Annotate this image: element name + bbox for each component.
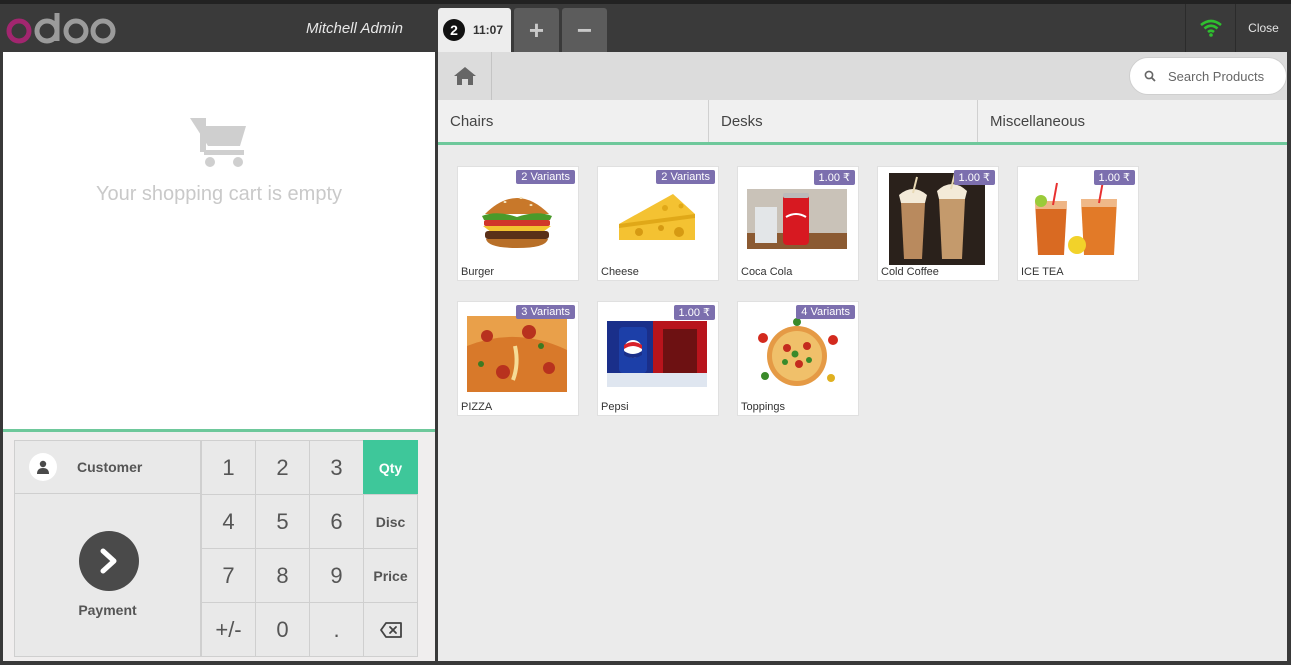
close-button[interactable]: Close — [1235, 4, 1291, 52]
backspace-button[interactable] — [363, 602, 418, 657]
product-ice-tea[interactable]: ICE TEA 1.00 ₹ — [1017, 166, 1139, 281]
variant-badge: 3 Variants — [516, 305, 575, 319]
connection-status[interactable] — [1185, 4, 1235, 52]
empty-cart: Your shopping cart is empty — [3, 114, 435, 206]
numpad-key-5[interactable]: 5 — [255, 494, 310, 549]
product-name: Coca Cola — [741, 266, 793, 278]
product-name: Burger — [461, 266, 495, 278]
numpad-key-2[interactable]: 2 — [255, 440, 310, 495]
wifi-icon — [1199, 19, 1222, 37]
pizza-icon — [747, 314, 847, 394]
burger-icon — [467, 179, 567, 259]
mode-price-button[interactable]: Price — [363, 548, 418, 603]
product-screen: Search Products Chairs Desks Miscellaneo… — [438, 52, 1287, 661]
home-button[interactable] — [438, 52, 492, 100]
price-badge: 1.00 ₹ — [953, 170, 995, 185]
category-chairs[interactable]: Chairs — [438, 100, 709, 142]
payment-circle — [79, 531, 139, 591]
product-name: ICE TEA — [1021, 266, 1064, 278]
numpad-key-sign[interactable]: +/- — [201, 602, 256, 657]
variant-badge: 4 Variants — [796, 305, 855, 319]
empty-cart-message: Your shopping cart is empty — [95, 183, 343, 205]
backspace-icon — [379, 621, 402, 638]
product-name: PIZZA — [461, 401, 493, 413]
order-time: 11:07 — [473, 23, 504, 37]
price-badge: 1.00 ₹ — [1093, 170, 1135, 185]
numpad-key-6[interactable]: 6 — [309, 494, 364, 549]
price-badge: 1.00 ₹ — [813, 170, 855, 185]
category-desks[interactable]: Desks — [709, 100, 978, 142]
search-input[interactable]: Search Products — [1168, 69, 1264, 84]
variant-badge: 2 Variants — [516, 170, 575, 184]
pizza-slice-icon — [467, 314, 567, 394]
payment-button[interactable]: Payment — [14, 494, 201, 657]
price-badge: 1.00 ₹ — [673, 305, 715, 320]
numpad-key-9[interactable]: 9 — [309, 548, 364, 603]
home-icon — [453, 67, 476, 85]
coffee-glass-icon — [887, 173, 987, 265]
product-name: Cheese — [601, 266, 639, 278]
product-name: Toppings — [741, 401, 786, 413]
add-order-button[interactable]: + — [514, 8, 559, 52]
variant-badge: 2 Variants — [656, 170, 715, 184]
product-name: Cold Coffee — [881, 266, 939, 278]
numpad-key-4[interactable]: 4 — [201, 494, 256, 549]
product-cold-coffee[interactable]: Cold Coffee 1.00 ₹ — [877, 166, 999, 281]
numpad-key-dot[interactable]: . — [309, 602, 364, 657]
customer-avatar — [29, 453, 57, 481]
numpad-key-0[interactable]: 0 — [255, 602, 310, 657]
product-name: Pepsi — [601, 401, 629, 413]
control-panel: Customer Payment 1 2 3 Qty 4 5 6 Disc 7 … — [3, 429, 435, 661]
breadcrumb-bar: Search Products — [438, 52, 1287, 100]
odoo-logo — [6, 13, 116, 44]
chevron-right-icon — [100, 548, 117, 574]
numpad-key-3[interactable]: 3 — [309, 440, 364, 495]
order-tab[interactable]: 2 11:07 — [438, 8, 511, 52]
numpad-key-1[interactable]: 1 — [201, 440, 256, 495]
cola-can-icon — [747, 179, 847, 259]
order-number: 2 — [443, 19, 465, 41]
shopping-cart-icon — [190, 118, 246, 167]
pos-app: Mitchell Admin 2 11:07 + − Close Your sh… — [0, 0, 1291, 665]
order-pane: Your shopping cart is empty Customer Pay… — [3, 52, 435, 661]
search-box[interactable]: Search Products — [1129, 57, 1287, 95]
search-icon — [1144, 70, 1156, 82]
product-burger[interactable]: Burger 2 Variants — [457, 166, 579, 281]
cashier-name[interactable]: Mitchell Admin — [306, 20, 403, 37]
category-bar: Chairs Desks Miscellaneous — [438, 100, 1287, 145]
product-pepsi[interactable]: Pepsi 1.00 ₹ — [597, 301, 719, 416]
customer-button[interactable]: Customer — [14, 440, 201, 494]
numpad: 1 2 3 Qty 4 5 6 Disc 7 8 9 Price +/- 0 . — [201, 440, 419, 657]
product-toppings[interactable]: Toppings 4 Variants — [737, 301, 859, 416]
product-pizza[interactable]: PIZZA 3 Variants — [457, 301, 579, 416]
customer-label: Customer — [77, 459, 143, 475]
remove-order-button[interactable]: − — [562, 8, 607, 52]
mode-disc-button[interactable]: Disc — [363, 494, 418, 549]
mode-qty-button[interactable]: Qty — [363, 440, 418, 495]
product-coca-cola[interactable]: Coca Cola 1.00 ₹ — [737, 166, 859, 281]
numpad-key-7[interactable]: 7 — [201, 548, 256, 603]
ice-tea-icon — [1027, 179, 1127, 259]
cheese-icon — [607, 179, 707, 259]
pos-header: Mitchell Admin 2 11:07 + − Close — [0, 0, 1291, 52]
category-miscellaneous[interactable]: Miscellaneous — [978, 100, 1287, 142]
numpad-key-8[interactable]: 8 — [255, 548, 310, 603]
pepsi-can-icon — [607, 314, 707, 394]
user-icon — [37, 460, 49, 474]
product-cheese[interactable]: Cheese 2 Variants — [597, 166, 719, 281]
payment-label: Payment — [78, 602, 137, 618]
